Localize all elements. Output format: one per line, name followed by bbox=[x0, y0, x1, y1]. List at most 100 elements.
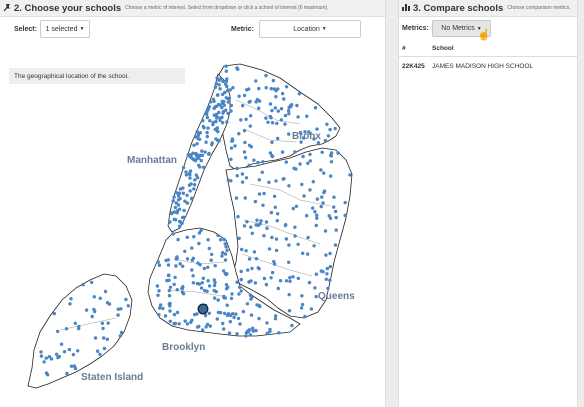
school-dot[interactable] bbox=[209, 258, 213, 262]
school-dot[interactable] bbox=[234, 196, 239, 200]
school-dot[interactable] bbox=[176, 194, 181, 198]
school-dot[interactable] bbox=[253, 199, 258, 204]
school-dot[interactable] bbox=[241, 309, 246, 314]
school-dot[interactable] bbox=[195, 156, 199, 161]
school-dot[interactable] bbox=[268, 114, 272, 119]
school-dot[interactable] bbox=[326, 134, 331, 138]
school-dot[interactable] bbox=[290, 323, 294, 328]
school-dot[interactable] bbox=[222, 327, 226, 331]
school-dot[interactable] bbox=[231, 86, 235, 90]
school-dot[interactable] bbox=[216, 93, 220, 97]
school-dot[interactable] bbox=[254, 223, 258, 227]
school-dot[interactable] bbox=[274, 95, 278, 99]
school-dot[interactable] bbox=[119, 330, 124, 335]
school-dot[interactable] bbox=[257, 316, 261, 321]
school-dot[interactable] bbox=[324, 253, 328, 257]
school-dot[interactable] bbox=[276, 136, 280, 141]
school-dot[interactable] bbox=[201, 276, 205, 280]
school-dot[interactable] bbox=[273, 314, 278, 318]
school-dot[interactable] bbox=[245, 302, 250, 306]
school-dot[interactable] bbox=[205, 289, 209, 293]
school-dot[interactable] bbox=[267, 180, 271, 184]
school-dot[interactable] bbox=[284, 85, 289, 89]
selected-school-marker[interactable] bbox=[197, 303, 209, 315]
school-dot[interactable] bbox=[235, 166, 239, 171]
school-dot[interactable] bbox=[292, 166, 296, 170]
school-dot[interactable] bbox=[181, 191, 185, 195]
school-dot[interactable] bbox=[226, 178, 230, 182]
school-dot[interactable] bbox=[270, 140, 274, 144]
school-dot[interactable] bbox=[190, 318, 194, 322]
school-dot[interactable] bbox=[168, 319, 172, 323]
school-dot[interactable] bbox=[283, 113, 288, 118]
school-dot[interactable] bbox=[284, 237, 289, 241]
school-dot[interactable] bbox=[205, 115, 210, 120]
school-dot[interactable] bbox=[181, 186, 185, 190]
school-dot[interactable] bbox=[220, 99, 224, 104]
school-dot[interactable] bbox=[222, 103, 226, 107]
school-dot[interactable] bbox=[236, 215, 240, 219]
school-dot[interactable] bbox=[237, 94, 241, 98]
school-dot[interactable] bbox=[259, 219, 263, 223]
school-dot[interactable] bbox=[333, 209, 338, 214]
school-dot[interactable] bbox=[200, 281, 204, 285]
school-dot[interactable] bbox=[205, 109, 209, 113]
school-dot[interactable] bbox=[294, 204, 299, 208]
school-dot[interactable] bbox=[274, 179, 278, 183]
school-dot[interactable] bbox=[183, 249, 187, 253]
school-dot[interactable] bbox=[216, 233, 220, 238]
school-dot[interactable] bbox=[62, 350, 67, 354]
school-dot[interactable] bbox=[173, 275, 177, 280]
school-dot[interactable] bbox=[287, 243, 291, 247]
school-dot[interactable] bbox=[313, 210, 317, 214]
school-dot[interactable] bbox=[212, 278, 216, 282]
school-dot[interactable] bbox=[183, 319, 187, 323]
school-dot[interactable] bbox=[262, 191, 266, 196]
school-dot[interactable] bbox=[158, 303, 163, 307]
school-dot[interactable] bbox=[291, 206, 295, 211]
school-dot[interactable] bbox=[343, 200, 347, 205]
school-dot[interactable] bbox=[312, 244, 316, 248]
school-dot[interactable] bbox=[267, 247, 272, 251]
school-dot[interactable] bbox=[163, 314, 168, 318]
school-dot[interactable] bbox=[207, 311, 211, 315]
school-dot[interactable] bbox=[124, 297, 128, 302]
school-dot[interactable] bbox=[54, 352, 59, 356]
school-dot[interactable] bbox=[314, 272, 319, 276]
school-dot[interactable] bbox=[224, 69, 228, 73]
school-dot[interactable] bbox=[256, 160, 260, 165]
school-dot[interactable] bbox=[195, 281, 200, 286]
school-dot[interactable] bbox=[325, 266, 330, 271]
school-dot[interactable] bbox=[203, 313, 208, 318]
school-dot[interactable] bbox=[225, 313, 230, 318]
school-dot[interactable] bbox=[200, 149, 204, 153]
school-dot[interactable] bbox=[225, 248, 229, 252]
school-dot[interactable] bbox=[175, 288, 179, 292]
school-dot[interactable] bbox=[238, 322, 242, 326]
school-dot[interactable] bbox=[218, 87, 222, 91]
school-dot[interactable] bbox=[102, 346, 107, 351]
school-dot[interactable] bbox=[236, 316, 241, 321]
school-dot[interactable] bbox=[244, 117, 248, 122]
school-dot[interactable] bbox=[243, 196, 247, 200]
school-dot[interactable] bbox=[59, 342, 64, 346]
school-dot[interactable] bbox=[309, 307, 314, 311]
school-dot[interactable] bbox=[241, 104, 245, 108]
school-dot[interactable] bbox=[274, 237, 279, 241]
school-dot[interactable] bbox=[207, 284, 212, 288]
school-dot[interactable] bbox=[324, 277, 328, 281]
school-dot[interactable] bbox=[73, 366, 78, 371]
school-dot[interactable] bbox=[212, 283, 217, 288]
school-dot[interactable] bbox=[201, 124, 205, 129]
school-dot[interactable] bbox=[313, 106, 318, 110]
school-dot[interactable] bbox=[164, 258, 168, 263]
school-dot[interactable] bbox=[273, 205, 277, 209]
school-dot[interactable] bbox=[249, 225, 253, 229]
school-dot[interactable] bbox=[256, 266, 260, 270]
school-dot[interactable] bbox=[208, 119, 212, 123]
school-dot[interactable] bbox=[301, 154, 305, 159]
school-dot[interactable] bbox=[189, 182, 193, 186]
school-dot[interactable] bbox=[329, 174, 333, 178]
school-dot[interactable] bbox=[291, 275, 295, 279]
school-dot[interactable] bbox=[264, 282, 269, 287]
